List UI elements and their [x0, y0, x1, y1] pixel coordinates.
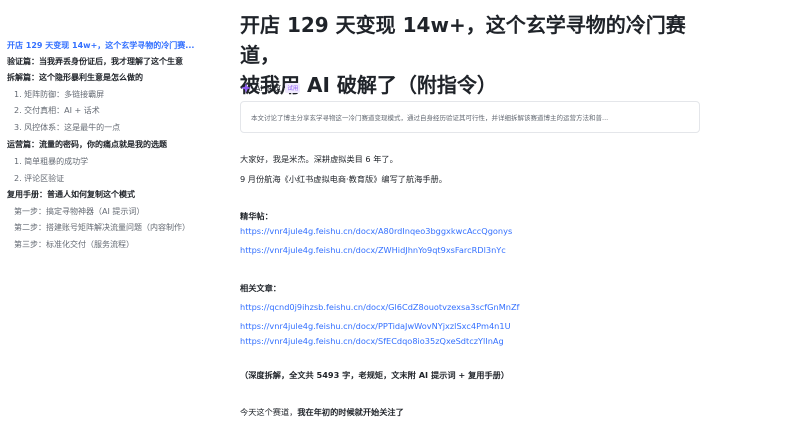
essence-link[interactable]: https://vnr4jule4g.feishu.cn/docx/ZWHidJ…	[240, 244, 506, 256]
ai-summary-text: 本文讨论了博主分享玄学寻物这一冷门赛道变现模式，通过自身经历验证其可行性，并详细…	[251, 114, 609, 122]
intro-paragraph-1: 大家好，我是米杰。深耕虚拟类目 6 年了。	[240, 154, 398, 164]
page-title: 开店 129 天变现 14w+，这个玄学寻物的冷门赛道， 被我用 AI 破解了（…	[240, 10, 720, 100]
outline-sidebar: 开店 129 天变现 14w+，这个玄学寻物的冷门赛... 验证篇：当我弄丢身份…	[0, 0, 215, 426]
sparkle-icon	[241, 83, 251, 93]
closing-paragraph: 今天这个赛道，我在年初的时候就开始关注了	[240, 406, 404, 418]
closing-bold-text: 我在年初的时候就开始关注了	[297, 407, 404, 417]
related-link[interactable]: https://vnr4jule4g.feishu.cn/docx/SfECdq…	[240, 335, 504, 347]
outline-item-success[interactable]: 1. 简单粗暴的成功学	[14, 156, 88, 167]
trial-badge: 试用	[285, 83, 301, 93]
outline-item-step3[interactable]: 第三步：标准化交付（服务流程）	[14, 239, 134, 250]
essence-heading: 精华帖：	[240, 211, 273, 221]
closing-text: 今天这个赛道，	[240, 407, 298, 417]
essence-link[interactable]: https://vnr4jule4g.feishu.cn/docx/A80rdI…	[240, 225, 512, 237]
outline-item-risk[interactable]: 3. 风控体系：这是最牛的一点	[14, 122, 120, 133]
related-link[interactable]: https://qcnd0j9ihzsb.feishu.cn/docx/Gl6C…	[240, 301, 519, 313]
related-heading: 相关文章：	[240, 283, 281, 293]
related-link[interactable]: https://vnr4jule4g.feishu.cn/docx/PPTida…	[240, 320, 511, 332]
ai-summary-box[interactable]: 本文讨论了博主分享玄学寻物这一冷门赛道变现模式，通过自身经历验证其可行性，并详细…	[240, 101, 700, 133]
ai-overview-header[interactable]: AI 速览 试用	[241, 81, 301, 95]
outline-item-step2[interactable]: 第二步：搭建账号矩阵解决流量问题（内容制作）	[14, 222, 190, 233]
outline-item-operation[interactable]: 运营篇：流量的密码，你的痛点就是我的选题	[7, 139, 167, 150]
ai-overview-label: AI 速览	[255, 83, 282, 93]
outline-item-verify[interactable]: 验证篇：当我弄丢身份证后，我才理解了这个生意	[7, 56, 183, 67]
outline-item-breakdown[interactable]: 拆解篇：这个隐形暴利生意是怎么做的	[7, 72, 143, 83]
outline-item-title[interactable]: 开店 129 天变现 14w+，这个玄学寻物的冷门赛...	[7, 40, 194, 51]
intro-paragraph-2: 9 月份航海《小红书虚拟电商·教育版》编写了航海手册。	[240, 174, 447, 184]
outline-item-delivery[interactable]: 2. 交付真相：AI + 话术	[14, 105, 100, 116]
outline-item-comments[interactable]: 2. 评论区验证	[14, 173, 64, 184]
outline-item-step1[interactable]: 第一步：搞定寻物神器（AI 提示词）	[14, 206, 144, 217]
outline-item-matrix[interactable]: 1. 矩阵防御：多链接霸屏	[14, 89, 104, 100]
deep-breakdown-note: （深度拆解，全文共 5493 字，老规矩，文末附 AI 提示词 + 复用手册）	[240, 370, 510, 380]
title-line-1: 开店 129 天变现 14w+，这个玄学寻物的冷门赛道，	[240, 13, 686, 67]
outline-item-manual[interactable]: 复用手册：普通人如何复制这个模式	[7, 189, 135, 200]
